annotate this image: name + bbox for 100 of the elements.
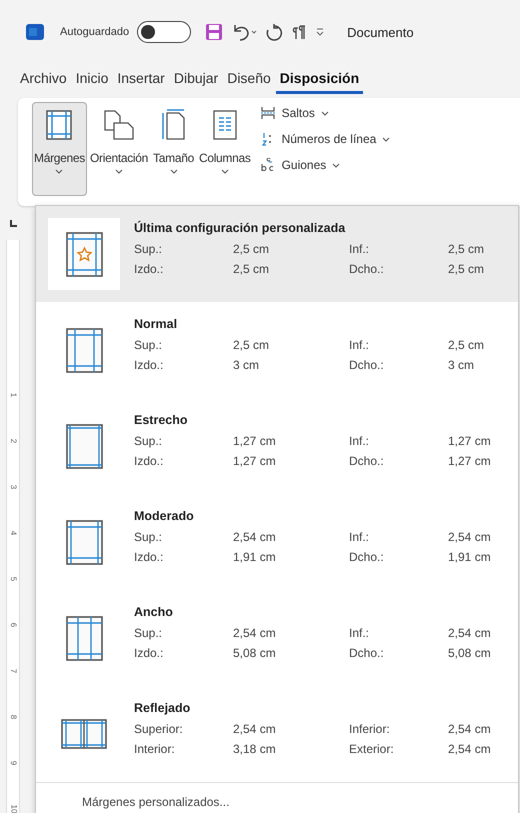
margin-label: Izdo.:	[134, 453, 164, 470]
ribbon-tab[interactable]: Archivo	[16, 64, 71, 94]
margin-value: 1,27 cm	[233, 453, 277, 470]
columns-icon	[210, 109, 239, 141]
ribbon-tab[interactable]: Disposición	[276, 64, 364, 94]
document-title: Documento	[347, 24, 414, 40]
margin-label: Inf.:	[349, 337, 370, 354]
page-margins-icon	[66, 424, 102, 468]
margin-label: Dcho.:	[349, 645, 385, 662]
margin-value: 2,54 cm	[448, 721, 492, 738]
facing-pages-icon	[61, 719, 107, 749]
margin-label: Sup.:	[134, 433, 164, 450]
option-title: Reflejado	[134, 701, 192, 715]
option-title: Ancho	[134, 605, 174, 619]
custom-margins-link[interactable]: Márgenes personalizados...	[36, 783, 230, 809]
margin-value: 2,5 cm	[448, 337, 486, 354]
margin-label: Sup.:	[134, 625, 164, 642]
margin-label: Dcho.:	[349, 453, 385, 470]
autosave-label: Autoguardado	[60, 26, 130, 38]
ribbon-button[interactable]: Márgenes	[32, 102, 87, 196]
ribbon-tab[interactable]: Insertar	[113, 64, 169, 94]
margin-label: Inf.:	[349, 241, 370, 258]
option-title: Moderado	[134, 509, 195, 523]
ribbon-tab[interactable]: Inicio	[72, 64, 112, 94]
margin-label: Exterior:	[349, 741, 395, 758]
ruler-number: 5	[8, 576, 18, 582]
margin-value: 1,27 cm	[233, 433, 277, 450]
ribbon-button[interactable]: Guiones	[258, 154, 392, 176]
ribbon-button[interactable]: Saltos	[258, 102, 392, 124]
margin-label: Sup.:	[134, 337, 164, 354]
option-title: Última configuración personalizada	[134, 221, 346, 235]
ribbon-tab[interactable]: Dibujar	[170, 64, 222, 94]
margin-value: 1,27 cm	[448, 433, 492, 450]
margin-label: Sup.:	[134, 241, 164, 258]
chevron-down-icon	[320, 110, 329, 116]
option-title: Normal	[134, 317, 178, 331]
margins-icon	[45, 109, 74, 141]
chevron-down-icon	[382, 136, 390, 142]
page-size-icon	[160, 109, 188, 141]
margin-value: 2,5 cm	[448, 261, 486, 278]
ruler-number: 6	[8, 622, 18, 628]
chevron-down-icon	[332, 162, 340, 168]
margin-option[interactable]: Última configuración personalizada Sup.: 2,5 cm Inf.: 2,5 cm Izdo.: 2,5 cm Dcho.: 2,5 cm	[36, 206, 518, 302]
margin-label: Izdo.:	[134, 357, 164, 374]
chevron-down-icon	[115, 169, 123, 174]
ribbon-button[interactable]: Orientación	[88, 102, 150, 196]
margin-value: 2,54 cm	[448, 625, 492, 642]
margin-label: Izdo.:	[134, 645, 164, 662]
margin-label: Dcho.:	[349, 261, 385, 278]
word-logo-icon[interactable]	[26, 23, 44, 41]
pilcrow-icon[interactable]	[291, 23, 308, 41]
margin-value: 2,54 cm	[233, 529, 277, 546]
margin-value: 1,91 cm	[233, 549, 277, 566]
margin-value: 5,08 cm	[448, 645, 492, 662]
margin-label: Izdo.:	[134, 549, 164, 566]
save-icon[interactable]	[205, 23, 224, 41]
option-title: Estrecho	[134, 413, 188, 427]
margin-option[interactable]: Reflejado Superior: 2,54 cm Inferior: 2,54 cm Interior: 3,18 cm Exterior: 2,54 cm	[36, 686, 518, 782]
ruler-number: 9	[8, 760, 18, 766]
ruler-number: 2	[8, 438, 18, 444]
chevron-down-icon	[170, 169, 178, 174]
chevron-down-icon	[55, 169, 64, 174]
margin-label: Dcho.:	[349, 549, 385, 566]
margin-value: 2,54 cm	[448, 741, 492, 758]
margin-value: 2,5 cm	[233, 241, 270, 258]
ruler-number: 8	[8, 714, 18, 720]
margin-label: Interior:	[134, 741, 176, 758]
ribbon-button[interactable]: Números de línea	[258, 128, 392, 150]
margin-value: 2,5 cm	[233, 261, 270, 278]
ruler-number: 1	[8, 392, 18, 398]
hyphenation-icon	[260, 158, 276, 172]
margin-value: 5,08 cm	[233, 645, 277, 662]
page-margins-icon	[66, 520, 102, 564]
margin-value: 3 cm	[233, 357, 260, 374]
margin-option[interactable]: Moderado Sup.: 2,54 cm Inf.: 2,54 cm Izdo.: 1,91 cm Dcho.: 1,91 cm	[36, 494, 518, 590]
margin-value: 2,5 cm	[233, 337, 270, 354]
margin-option[interactable]: Estrecho Sup.: 1,27 cm Inf.: 1,27 cm Izdo.: 1,27 cm Dcho.: 1,27 cm	[36, 398, 518, 494]
ribbon-button[interactable]: Columnas	[196, 102, 253, 196]
chevron-down-icon	[220, 169, 229, 174]
margin-label: Inf.:	[349, 433, 370, 450]
ribbon-button[interactable]: Tamaño	[151, 102, 196, 196]
ruler-number: 7	[8, 668, 18, 674]
margin-value: 1,91 cm	[448, 549, 492, 566]
autosave-toggle[interactable]	[137, 21, 192, 43]
margin-value: 3,18 cm	[233, 741, 277, 758]
page-margins-icon	[66, 328, 102, 372]
ribbon-tab[interactable]: Diseño	[223, 64, 275, 94]
margin-value: 3 cm	[448, 357, 476, 374]
ruler-number: 4	[8, 530, 18, 536]
margin-option[interactable]: Ancho Sup.: 2,54 cm Inf.: 2,54 cm Izdo.: 5,08 cm Dcho.: 5,08 cm	[36, 590, 518, 686]
margin-option[interactable]: Normal Sup.: 2,5 cm Inf.: 2,5 cm Izdo.: 3 cm Dcho.: 3 cm	[36, 302, 518, 398]
margin-value: 2,54 cm	[233, 721, 277, 738]
pages-icon	[102, 109, 136, 141]
margin-value: 2,54 cm	[233, 625, 277, 642]
tab-stop-icon[interactable]	[9, 220, 17, 228]
margin-label: Sup.:	[134, 529, 164, 546]
margin-label: Superior:	[134, 721, 184, 738]
ruler-number: 10	[8, 804, 18, 813]
redo-icon[interactable]	[265, 23, 284, 41]
margin-value: 1,27 cm	[448, 453, 492, 470]
